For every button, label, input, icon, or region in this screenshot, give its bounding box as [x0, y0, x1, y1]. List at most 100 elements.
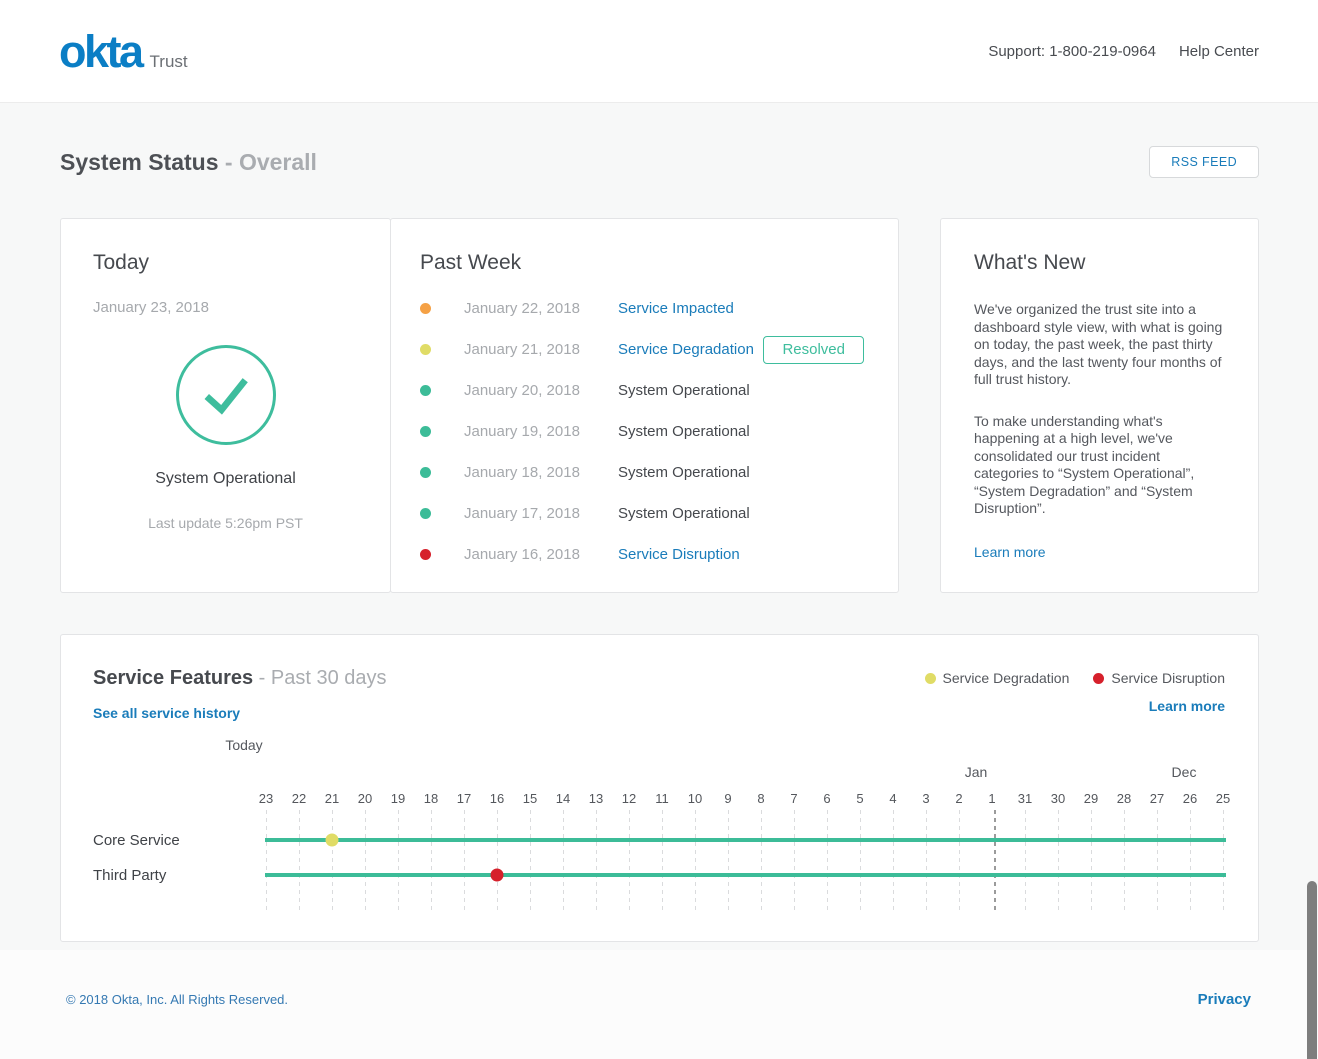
- gridline: [365, 810, 366, 912]
- scrollbar-thumb[interactable]: [1307, 881, 1317, 1059]
- incident-date: January 19, 2018: [464, 423, 618, 440]
- privacy-link[interactable]: Privacy: [1198, 991, 1251, 1008]
- logo-trust-label: Trust: [150, 52, 188, 72]
- help-center-link[interactable]: Help Center: [1179, 43, 1259, 60]
- incident-date: January 22, 2018: [464, 300, 618, 317]
- see-all-service-history-link[interactable]: See all service history: [93, 705, 240, 721]
- status-dot-operational: [420, 385, 431, 396]
- incident-date: January 20, 2018: [464, 382, 618, 399]
- status-dot-degradation: [420, 344, 431, 355]
- gridline: [530, 810, 531, 912]
- axis-tick-label: 19: [391, 791, 405, 806]
- gridline: [431, 810, 432, 912]
- resolved-badge[interactable]: Resolved: [763, 336, 864, 364]
- gridline: [596, 810, 597, 912]
- whats-new-card: What's New We've organized the trust sit…: [940, 218, 1259, 593]
- incident-dot-disruption[interactable]: [491, 869, 504, 882]
- incident-status-link[interactable]: Service Disruption: [618, 546, 869, 563]
- service-status-line: [265, 838, 1226, 842]
- status-dot-operational: [420, 508, 431, 519]
- top-header: okta Trust Support: 1-800-219-0964 Help …: [0, 0, 1318, 103]
- past-week-row: January 18, 2018System Operational: [420, 452, 869, 493]
- axis-tick-label: 30: [1051, 791, 1065, 806]
- axis-tick-label: 18: [424, 791, 438, 806]
- axis-tick-label: 29: [1084, 791, 1098, 806]
- past-week-row: January 21, 2018Service DegradationResol…: [420, 329, 869, 370]
- chart-month-label: Jan: [965, 764, 988, 780]
- status-dot-disruption: [420, 549, 431, 560]
- axis-tick-label: 21: [325, 791, 339, 806]
- status-dot-impacted: [420, 303, 431, 314]
- service-status-line: [265, 873, 1226, 877]
- system-status-label: System Operational: [93, 470, 358, 488]
- incident-status-label: System Operational: [618, 382, 869, 399]
- gridline: [662, 810, 663, 912]
- axis-tick-label: 3: [922, 791, 929, 806]
- whats-new-learn-more-link[interactable]: Learn more: [974, 544, 1046, 560]
- okta-logo[interactable]: okta Trust: [59, 29, 188, 74]
- incident-status-link[interactable]: Service Degradation: [618, 341, 763, 358]
- axis-tick-label: 12: [622, 791, 636, 806]
- gridline: [464, 810, 465, 912]
- incident-dot-degradation[interactable]: [326, 834, 339, 847]
- checkmark-icon: [176, 345, 276, 445]
- gridline: [1025, 810, 1026, 912]
- gridline: [299, 810, 300, 912]
- whats-new-heading: What's New: [974, 251, 1225, 275]
- incident-status-link[interactable]: Service Impacted: [618, 300, 869, 317]
- gridline: [629, 810, 630, 912]
- incident-date: January 21, 2018: [464, 341, 618, 358]
- past-week-row: January 22, 2018Service Impacted: [420, 288, 869, 329]
- past-week-row: January 19, 2018System Operational: [420, 411, 869, 452]
- whats-new-paragraph-1: We've organized the trust site into a da…: [974, 301, 1225, 389]
- axis-tick-label: 15: [523, 791, 537, 806]
- gridline: [959, 810, 960, 912]
- gridline: [332, 810, 333, 912]
- incident-date: January 18, 2018: [464, 464, 618, 481]
- page-title-suffix: - Overall: [225, 149, 317, 175]
- gridline: [761, 810, 762, 912]
- axis-tick-label: 23: [259, 791, 273, 806]
- today-card: Today January 23, 2018 System Operationa…: [60, 218, 391, 593]
- gridline: [1223, 810, 1224, 912]
- chart-today-label: Today: [225, 737, 262, 753]
- past-week-row: January 16, 2018Service Disruption: [420, 534, 869, 575]
- axis-tick-label: 10: [688, 791, 702, 806]
- axis-tick-label: 27: [1150, 791, 1164, 806]
- gridline: [1190, 810, 1191, 912]
- past-week-row: January 20, 2018System Operational: [420, 370, 869, 411]
- gridline: [794, 810, 795, 912]
- gridline: [563, 810, 564, 912]
- axis-tick-label: 16: [490, 791, 504, 806]
- month-boundary-gridline: [994, 810, 996, 912]
- incident-date: January 17, 2018: [464, 505, 618, 522]
- last-update-label: Last update 5:26pm PST: [93, 515, 358, 531]
- axis-tick-label: 2: [955, 791, 962, 806]
- axis-tick-label: 5: [856, 791, 863, 806]
- gridline: [1058, 810, 1059, 912]
- past-week-list: January 22, 2018Service ImpactedJanuary …: [420, 288, 869, 575]
- axis-tick-label: 22: [292, 791, 306, 806]
- axis-tick-label: 28: [1117, 791, 1131, 806]
- axis-tick-label: 17: [457, 791, 471, 806]
- page-footer: © 2018 Okta, Inc. All Rights Reserved. P…: [0, 950, 1318, 1059]
- gridline: [398, 810, 399, 912]
- axis-tick-label: 13: [589, 791, 603, 806]
- gridline: [266, 810, 267, 912]
- chart-row-label: Third Party: [93, 867, 166, 884]
- rss-feed-button[interactable]: RSS FEED: [1149, 146, 1259, 178]
- gridline: [695, 810, 696, 912]
- axis-tick-label: 14: [556, 791, 570, 806]
- axis-tick-label: 11: [655, 791, 669, 806]
- gridline: [827, 810, 828, 912]
- copyright-label: © 2018 Okta, Inc. All Rights Reserved.: [66, 992, 288, 1007]
- incident-status-label: System Operational: [618, 464, 869, 481]
- axis-tick-label: 8: [757, 791, 764, 806]
- today-heading: Today: [93, 251, 358, 275]
- support-phone-label: Support: 1-800-219-0964: [988, 43, 1156, 60]
- axis-tick-label: 4: [889, 791, 896, 806]
- status-dot-operational: [420, 467, 431, 478]
- gridline: [1124, 810, 1125, 912]
- gridline: [1157, 810, 1158, 912]
- past-week-heading: Past Week: [420, 251, 869, 275]
